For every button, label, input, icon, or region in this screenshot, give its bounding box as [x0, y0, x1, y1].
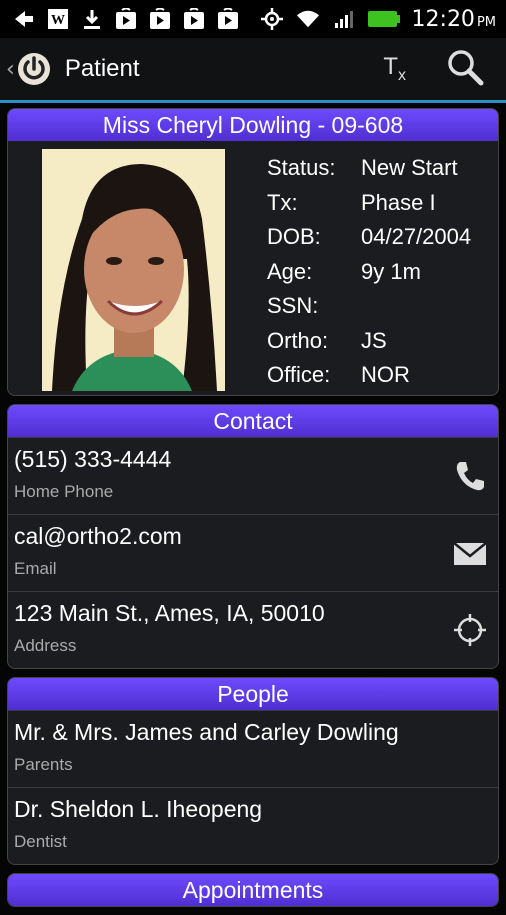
- people-card: People Mr. & Mrs. James and Carley Dowli…: [7, 677, 499, 865]
- person-role: Dentist: [14, 832, 67, 851]
- info-row-dob: DOB: 04/27/2004: [267, 220, 471, 255]
- patient-info: Status: New Start Tx: Phase I DOB: 04/27/20…: [267, 151, 471, 395]
- play-store-icon: [114, 8, 138, 30]
- appointments-card: Appointments: [7, 873, 499, 907]
- info-value: NOR: [361, 362, 410, 388]
- phone-number: (515) 333-4444: [14, 446, 172, 472]
- patient-card: Miss Cheryl Dowling - 09-608 Status: New…: [7, 108, 499, 396]
- info-row-ortho: Ortho: JS: [267, 324, 471, 359]
- patient-header: Miss Cheryl Dowling - 09-608: [8, 109, 498, 141]
- back-arrow-icon: [12, 8, 36, 30]
- page-title: Patient: [64, 55, 140, 82]
- people-header: People: [8, 678, 498, 710]
- email-label: Email: [14, 559, 57, 578]
- info-row-age: Age: 9y 1m: [267, 255, 471, 290]
- action-bar-divider: [0, 100, 506, 103]
- signal-icon: [332, 8, 356, 30]
- email-icon[interactable]: [452, 535, 488, 571]
- clock: 12:20 PM: [411, 6, 496, 32]
- info-label: Ortho:: [267, 327, 329, 353]
- appointments-header[interactable]: Appointments: [8, 874, 498, 906]
- contact-card: Contact (515) 333-4444 Home Phone cal@or…: [7, 404, 499, 669]
- email-address: cal@ortho2.com: [14, 523, 182, 549]
- tx-sub-label: x: [398, 66, 406, 84]
- treatment-button[interactable]: Tx: [383, 53, 406, 85]
- info-value: New Start: [361, 155, 458, 181]
- play-store-icon: [182, 8, 206, 30]
- status-bar: W 12:20 PM: [0, 0, 506, 38]
- address-text: 123 Main St., Ames, IA, 50010: [14, 600, 325, 626]
- info-row-ssn: SSN:: [267, 289, 471, 324]
- info-row-office: Office: NOR: [267, 358, 471, 393]
- action-bar: ‹ Patient Tx: [0, 38, 506, 100]
- people-row-dentist[interactable]: Dr. Sheldon L. Iheopeng Dentist: [8, 787, 498, 864]
- info-label: Office:: [267, 362, 331, 388]
- search-icon[interactable]: [446, 48, 484, 90]
- info-row-status: Status: New Start: [267, 151, 471, 186]
- info-label: Tx:: [267, 189, 298, 215]
- battery-icon: [367, 8, 400, 30]
- info-label: SSN:: [267, 293, 319, 319]
- play-store-icon: [216, 8, 240, 30]
- person-name: Dr. Sheldon L. Iheopeng: [14, 796, 263, 822]
- info-label: Status:: [267, 155, 336, 181]
- people-row-parents[interactable]: Mr. & Mrs. James and Carley Dowling Pare…: [8, 710, 498, 787]
- tx-label: T: [383, 53, 398, 81]
- patient-photo[interactable]: [42, 149, 225, 391]
- info-value: 04/27/2004: [361, 224, 472, 250]
- svg-text:W: W: [51, 13, 65, 28]
- gps-icon: [260, 8, 284, 30]
- phone-label: Home Phone: [14, 482, 114, 501]
- info-value: JS: [361, 327, 387, 353]
- w-icon: W: [46, 8, 70, 30]
- phone-icon[interactable]: [452, 458, 488, 494]
- location-icon[interactable]: [452, 612, 488, 648]
- play-store-icon: [148, 8, 172, 30]
- address-label: Address: [14, 636, 77, 655]
- info-label: Age:: [267, 258, 313, 284]
- person-name: Mr. & Mrs. James and Carley Dowling: [14, 719, 399, 745]
- info-row-tx: Tx: Phase I: [267, 186, 471, 221]
- info-label: DOB:: [267, 224, 321, 250]
- info-value: 9y 1m: [361, 258, 421, 284]
- content-scroll[interactable]: Miss Cheryl Dowling - 09-608 Status: New…: [0, 108, 506, 915]
- download-icon: [80, 8, 104, 30]
- power-app-icon[interactable]: [17, 52, 51, 86]
- wifi-icon: [296, 8, 320, 30]
- person-role: Parents: [14, 755, 73, 774]
- chevron-left-icon[interactable]: ‹: [6, 57, 15, 82]
- contact-header: Contact: [8, 405, 498, 437]
- contact-row-phone[interactable]: (515) 333-4444 Home Phone: [8, 437, 498, 514]
- contact-row-email[interactable]: cal@ortho2.com Email: [8, 514, 498, 591]
- info-value: Phase I: [361, 189, 436, 215]
- contact-row-address[interactable]: 123 Main St., Ames, IA, 50010 Address: [8, 591, 498, 668]
